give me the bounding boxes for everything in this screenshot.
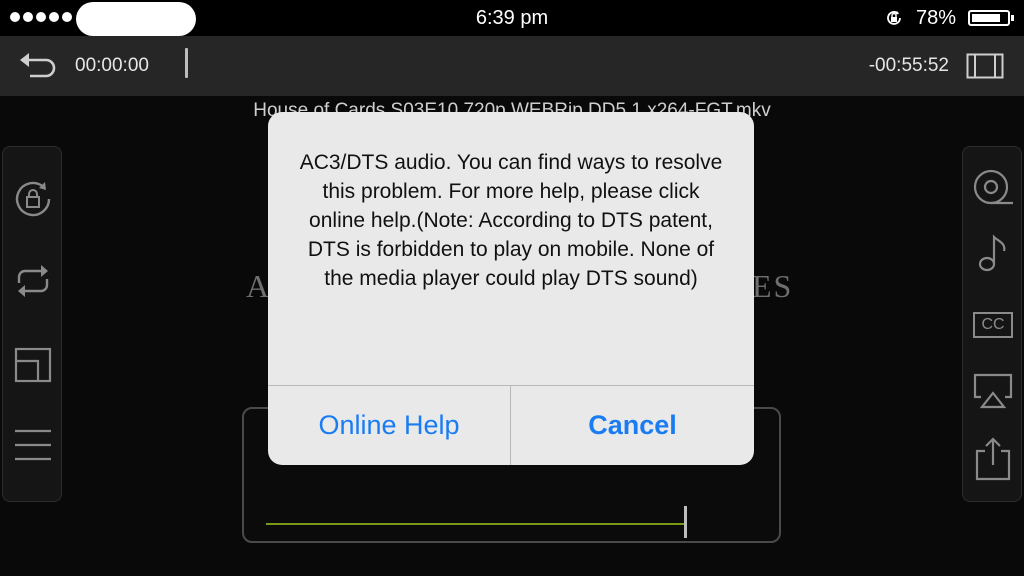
left-control-panel (2, 146, 62, 502)
elapsed-time: 00:00:00 (75, 55, 149, 76)
alert-message: AC3/DTS audio. You can find ways to reso… (299, 151, 723, 290)
video-title-text: ES (752, 268, 794, 304)
music-note-icon[interactable] (971, 231, 1015, 275)
orientation-lock-icon (887, 11, 901, 25)
battery-percent: 78% (916, 7, 957, 29)
status-time: 6:39 pm (475, 7, 549, 29)
alert-dialog: AC3/DTS audio. You can find ways to reso… (268, 112, 754, 465)
rotation-lock-icon[interactable] (11, 177, 55, 221)
share-icon[interactable] (971, 437, 1015, 481)
back-icon[interactable] (16, 50, 60, 82)
aspect-ratio-icon[interactable] (11, 343, 55, 387)
seek-handle[interactable] (185, 48, 188, 78)
disc-icon[interactable] (971, 165, 1015, 209)
closed-caption-icon[interactable]: CC (971, 303, 1015, 347)
menu-icon[interactable] (11, 423, 55, 467)
right-control-panel: CC (962, 146, 1022, 502)
cc-label: CC (973, 312, 1013, 338)
fit-screen-icon[interactable] (966, 53, 1004, 79)
online-help-button[interactable]: Online Help (268, 386, 510, 465)
airplay-icon[interactable] (971, 369, 1015, 413)
battery-icon (968, 10, 1014, 26)
progress-bar[interactable] (266, 523, 686, 525)
progress-handle[interactable] (684, 506, 687, 538)
cancel-button[interactable]: Cancel (511, 386, 754, 465)
player-top-bar: 00:00:00 -00:55:52 (0, 36, 1024, 96)
status-bar: 6:39 pm 78% (0, 0, 1024, 36)
repeat-icon[interactable] (11, 259, 55, 303)
remaining-time: -00:55:52 (868, 55, 949, 76)
